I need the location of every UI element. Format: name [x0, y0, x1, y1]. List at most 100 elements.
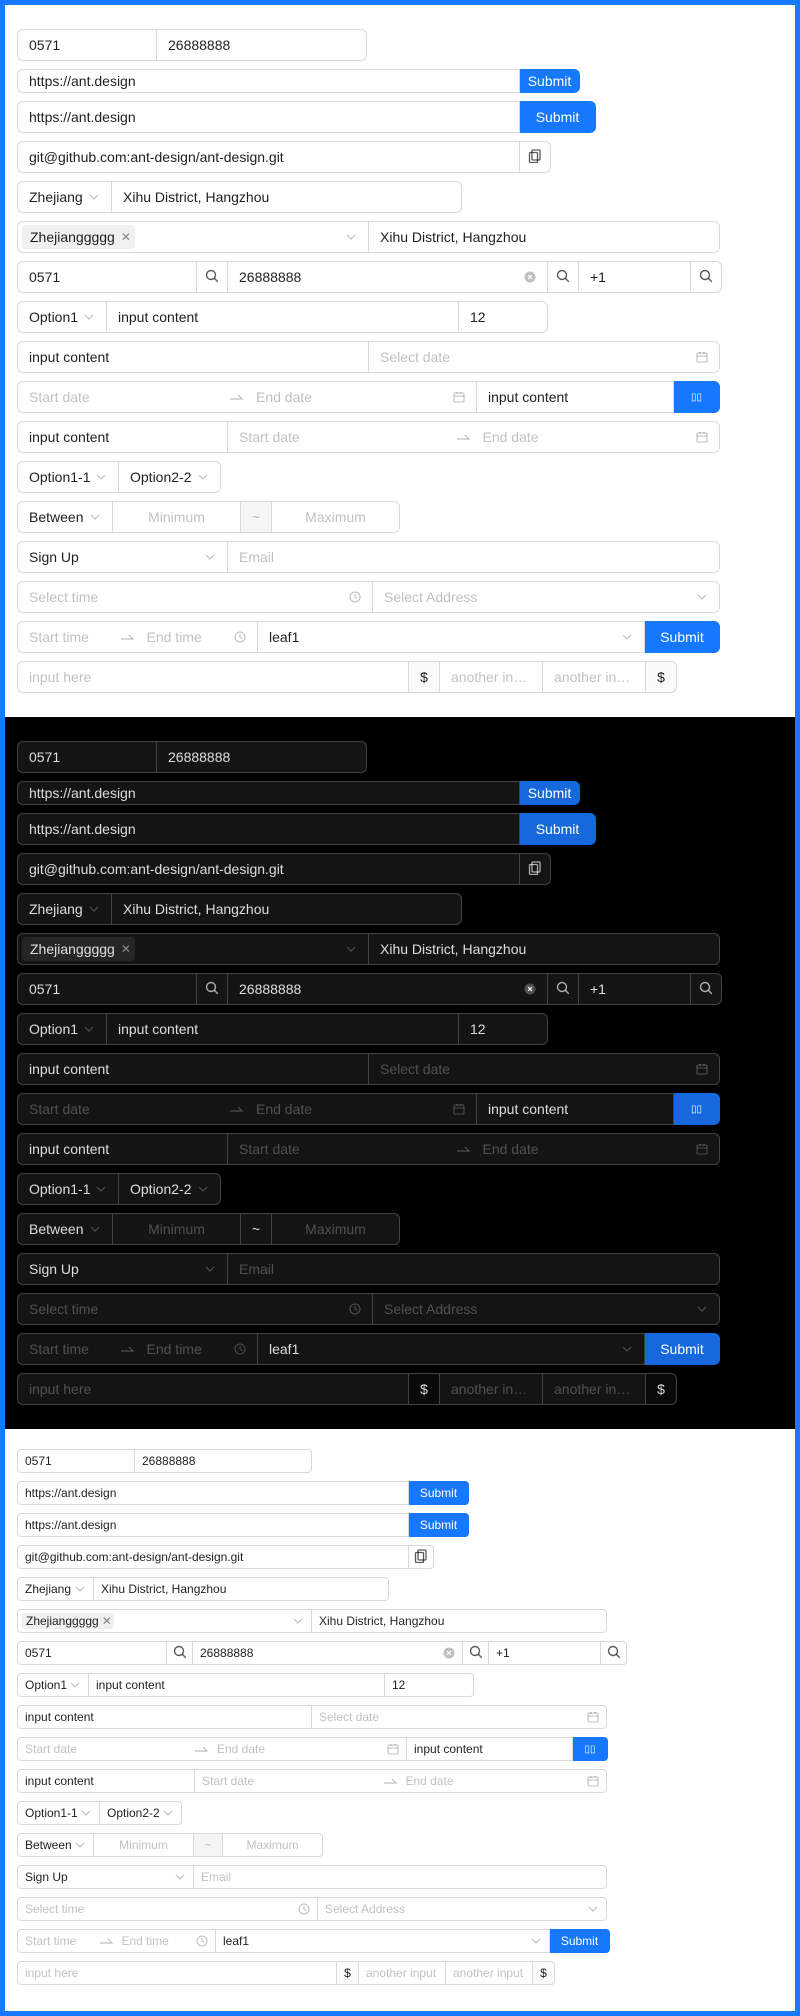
date-range-picker[interactable]: Start date End date	[228, 1133, 720, 1165]
option1-1-select[interactable]: Option1-1	[17, 1801, 100, 1825]
url-input[interactable]: https://ant.design	[17, 1513, 409, 1537]
phone-search-input[interactable]: 26888888	[228, 973, 548, 1005]
between-select[interactable]: Between	[17, 501, 113, 533]
content-input[interactable]: input content	[17, 1053, 369, 1085]
clear-icon[interactable]	[443, 1647, 455, 1659]
submit-button[interactable]: Submit	[520, 101, 596, 133]
time-picker[interactable]: Select time	[17, 581, 373, 613]
content-input[interactable]: input content	[477, 381, 674, 413]
git-url-input[interactable]: git@github.com:ant-design/ant-design.git	[17, 853, 520, 885]
submit-button[interactable]: Submit	[550, 1929, 610, 1953]
signup-select[interactable]: Sign Up	[17, 1865, 194, 1889]
time-picker[interactable]: Select time	[17, 1293, 373, 1325]
close-icon[interactable]: ✕	[102, 1614, 112, 1628]
date-range-picker[interactable]: Start date End date	[17, 381, 477, 413]
area-code-input[interactable]: 0571	[17, 1449, 135, 1473]
content-input[interactable]: input content	[407, 1737, 573, 1761]
phone-input[interactable]: 26888888	[135, 1449, 312, 1473]
date-range-picker[interactable]: Start date End date	[195, 1769, 607, 1793]
content-input[interactable]: input content	[17, 341, 369, 373]
another-input[interactable]: another input	[543, 1373, 646, 1405]
maximum-input[interactable]: Maximum	[272, 501, 400, 533]
submit-button[interactable]: Submit	[520, 781, 580, 805]
submit-button[interactable]: Submit	[409, 1513, 469, 1537]
icon-button[interactable]: ▯▯	[573, 1737, 608, 1761]
between-select[interactable]: Between	[17, 1213, 113, 1245]
git-url-input[interactable]: git@github.com:ant-design/ant-design.git	[17, 1545, 409, 1569]
time-range-picker[interactable]: Start time End time	[17, 1333, 258, 1365]
url-input[interactable]: https://ant.design	[17, 813, 520, 845]
phone-search-input[interactable]: 26888888	[193, 1641, 463, 1665]
phone-input[interactable]: 26888888	[157, 741, 367, 773]
phone-input[interactable]: 26888888	[157, 29, 367, 61]
option1-1-select[interactable]: Option1-1	[17, 461, 119, 493]
leaf-cascader[interactable]: leaf1	[258, 1333, 645, 1365]
time-range-picker[interactable]: Start time End time	[17, 1929, 216, 1953]
search-button[interactable]	[197, 973, 228, 1005]
url-input[interactable]: https://ant.design	[17, 1481, 409, 1505]
email-input[interactable]: Email	[228, 541, 720, 573]
area-code-search-input[interactable]: 0571	[17, 261, 197, 293]
signup-select[interactable]: Sign Up	[17, 1253, 228, 1285]
input-here[interactable]: input here	[17, 1373, 409, 1405]
copy-button[interactable]	[520, 141, 551, 173]
address-cascader[interactable]: Select Address	[373, 581, 720, 613]
country-code-search-input[interactable]: +1	[579, 261, 691, 293]
option2-2-select[interactable]: Option2-2	[100, 1801, 182, 1825]
content-input[interactable]: input content	[17, 1705, 312, 1729]
area-code-search-input[interactable]: 0571	[17, 973, 197, 1005]
close-icon[interactable]: ✕	[121, 942, 131, 956]
content-input[interactable]: input content	[477, 1093, 674, 1125]
time-picker[interactable]: Select time	[17, 1897, 318, 1921]
address-input[interactable]: Xihu District, Hangzhou	[112, 893, 462, 925]
search-button[interactable]	[691, 261, 722, 293]
search-button[interactable]	[197, 261, 228, 293]
leaf-cascader[interactable]: leaf1	[258, 621, 645, 653]
email-input[interactable]: Email	[194, 1865, 607, 1889]
content-input[interactable]: input content	[107, 301, 459, 333]
input-here[interactable]: input here	[17, 661, 409, 693]
date-picker[interactable]: Select date	[369, 1053, 720, 1085]
leaf-cascader[interactable]: leaf1	[216, 1929, 550, 1953]
signup-select[interactable]: Sign Up	[17, 541, 228, 573]
submit-button[interactable]: Submit	[645, 1333, 720, 1365]
url-input[interactable]: https://ant.design	[17, 781, 520, 805]
area-code-input[interactable]: 0571	[17, 29, 157, 61]
git-url-input[interactable]: git@github.com:ant-design/ant-design.git	[17, 141, 520, 173]
submit-button[interactable]: Submit	[645, 621, 720, 653]
time-range-picker[interactable]: Start time End time	[17, 621, 258, 653]
minimum-input[interactable]: Minimum	[113, 1213, 241, 1245]
another-input[interactable]: another input	[359, 1961, 446, 1985]
search-button[interactable]	[548, 973, 579, 1005]
number-input[interactable]: 12	[459, 1013, 548, 1045]
minimum-input[interactable]: Minimum	[94, 1833, 194, 1857]
content-input[interactable]: input content	[17, 421, 228, 453]
date-range-picker[interactable]: Start date End date	[17, 1093, 477, 1125]
another-input[interactable]: another input	[440, 1373, 543, 1405]
date-range-picker[interactable]: Start date End date	[228, 421, 720, 453]
option2-2-select[interactable]: Option2-2	[119, 461, 221, 493]
address-input[interactable]: Xihu District, Hangzhou	[312, 1609, 607, 1633]
search-button[interactable]	[463, 1641, 489, 1665]
date-picker[interactable]: Select date	[369, 341, 720, 373]
search-button[interactable]	[167, 1641, 193, 1665]
search-button[interactable]	[601, 1641, 627, 1665]
address-input[interactable]: Xihu District, Hangzhou	[112, 181, 462, 213]
area-code-input[interactable]: 0571	[17, 741, 157, 773]
email-input[interactable]: Email	[228, 1253, 720, 1285]
search-button[interactable]	[548, 261, 579, 293]
icon-button[interactable]: ▯▯	[674, 1093, 720, 1125]
address-input[interactable]: Xihu District, Hangzhou	[369, 221, 720, 253]
country-code-search-input[interactable]: +1	[489, 1641, 601, 1665]
option-select[interactable]: Option1	[17, 1013, 107, 1045]
clear-icon[interactable]	[524, 983, 536, 995]
maximum-input[interactable]: Maximum	[272, 1213, 400, 1245]
option-select[interactable]: Option1	[17, 1673, 89, 1697]
another-input[interactable]: another input	[543, 661, 646, 693]
search-button[interactable]	[691, 973, 722, 1005]
another-input[interactable]: another input	[440, 661, 543, 693]
option-select[interactable]: Option1	[17, 301, 107, 333]
province-multi-select[interactable]: Zhejianggggg ✕	[17, 1609, 312, 1633]
province-multi-select[interactable]: Zhejianggggg ✕	[17, 221, 369, 253]
phone-search-input[interactable]: 26888888	[228, 261, 548, 293]
